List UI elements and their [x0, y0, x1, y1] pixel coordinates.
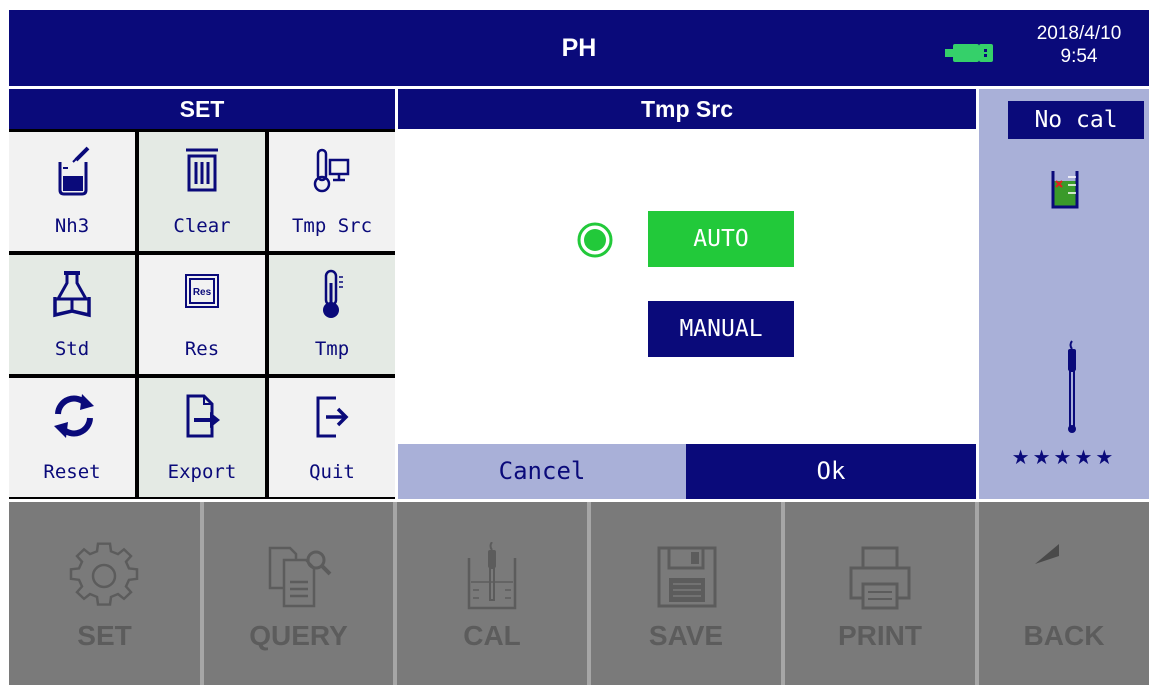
- cancel-button[interactable]: Cancel: [398, 444, 686, 499]
- query-button[interactable]: QUERY: [204, 502, 393, 685]
- query-documents-icon: [268, 546, 332, 608]
- calibration-beaker-icon: [467, 542, 517, 610]
- set-panel: SET Nh3 Clear Tmp Src Std Res Res Tmp Re…: [9, 89, 395, 499]
- beaker-uncalibrated-icon: [1051, 171, 1079, 209]
- printer-icon: [849, 546, 911, 610]
- set-item-reset[interactable]: Reset: [9, 378, 135, 497]
- thermometer-screen-icon: [313, 148, 350, 193]
- set-panel-header: SET: [9, 89, 395, 129]
- back-arrow-icon: [1035, 544, 1059, 564]
- set-item-res[interactable]: Res Res: [139, 255, 265, 374]
- auto-option-button[interactable]: AUTO: [648, 211, 794, 267]
- floppy-disk-icon: [657, 546, 717, 608]
- tmp-src-dialog: Tmp Src AUTO MANUAL Cancel Ok: [398, 89, 976, 499]
- set-item-tmp-src[interactable]: Tmp Src: [269, 132, 395, 251]
- set-item-std[interactable]: Std: [9, 255, 135, 374]
- dialog-title: Tmp Src: [398, 89, 976, 129]
- back-button[interactable]: BACK: [979, 502, 1149, 685]
- set-item-label: Res: [184, 338, 220, 360]
- thermometer-icon: [323, 269, 343, 318]
- beaker-dropper-icon: [58, 146, 90, 196]
- quit-icon: [316, 396, 349, 438]
- set-item-label: Quit: [309, 461, 355, 483]
- manual-option-button[interactable]: MANUAL: [648, 301, 794, 357]
- radio-selected-icon[interactable]: [577, 222, 613, 258]
- status-panel: No cal ★★★★★: [979, 89, 1149, 499]
- electrode-icon: [1068, 340, 1076, 433]
- chip-icon: Res: [185, 274, 219, 308]
- ok-button[interactable]: Ok: [686, 444, 976, 499]
- set-item-label: Tmp: [314, 338, 350, 360]
- set-item-label: Reset: [43, 461, 101, 483]
- save-button[interactable]: SAVE: [591, 502, 781, 685]
- set-item-label: Tmp Src: [291, 215, 373, 237]
- toolbar-label: CAL: [463, 620, 521, 651]
- set-item-nh3[interactable]: Nh3: [9, 132, 135, 251]
- battery-icon: [945, 44, 993, 62]
- calibration-status-badge: No cal: [1008, 101, 1144, 139]
- datetime: 2018/4/10 9:54: [1009, 22, 1149, 68]
- set-item-label: Std: [54, 338, 90, 360]
- toolbar-label: SAVE: [648, 620, 724, 651]
- print-button[interactable]: PRINT: [785, 502, 975, 685]
- set-item-label: Export: [167, 461, 237, 483]
- quality-stars: ★★★★★: [1011, 447, 1117, 469]
- toolbar-label: SET: [77, 620, 132, 651]
- svg-text:Res: Res: [193, 287, 212, 298]
- set-item-label: Nh3: [54, 215, 90, 237]
- time-text: 9:54: [1060, 46, 1098, 67]
- export-icon: [186, 394, 220, 438]
- cal-button[interactable]: CAL: [397, 502, 587, 685]
- book-flask-icon: [53, 271, 91, 318]
- title-bar: PH 2018/4/10 9:54: [9, 10, 1149, 86]
- toolbar-label: QUERY: [249, 620, 348, 651]
- refresh-icon: [54, 394, 94, 438]
- set-item-clear[interactable]: Clear: [139, 132, 265, 251]
- set-button[interactable]: SET: [9, 502, 200, 685]
- set-item-label: Clear: [173, 215, 231, 237]
- set-item-tmp[interactable]: Tmp: [269, 255, 395, 374]
- toolbar-label: BACK: [1023, 620, 1105, 651]
- gear-icon: [69, 542, 139, 606]
- set-item-export[interactable]: Export: [139, 378, 265, 497]
- trash-icon: [186, 148, 218, 192]
- bottom-toolbar: SET QUERY CAL SAVE PRINT BACK: [9, 502, 1149, 685]
- date-text: 2018/4/10: [1036, 23, 1122, 44]
- toolbar-label: PRINT: [838, 620, 922, 651]
- set-item-quit[interactable]: Quit: [269, 378, 395, 497]
